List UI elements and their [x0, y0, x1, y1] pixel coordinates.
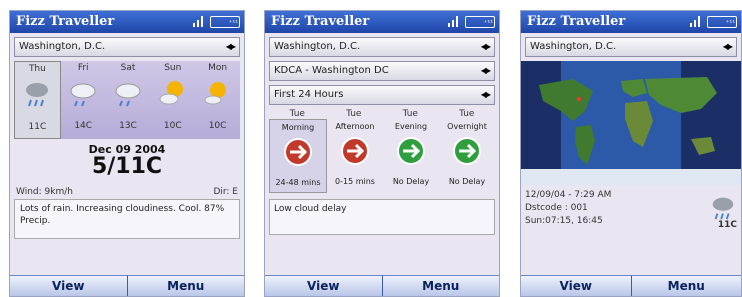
- sun-icon: [204, 82, 226, 105]
- plane-ok-icon: [453, 137, 481, 165]
- arrows-icon: ◀▶: [722, 42, 733, 51]
- day-label: Tue: [289, 109, 305, 119]
- view-softkey[interactable]: View: [521, 275, 631, 296]
- day-label: Tue: [346, 109, 362, 119]
- menu-softkey[interactable]: Menu: [381, 275, 499, 296]
- datetime-label: 12/09/04 - 7:29 AM: [525, 190, 612, 200]
- direction-label: Dir: E: [213, 187, 238, 197]
- app-title: Fizz Traveller: [16, 14, 115, 29]
- day-label: Tue: [459, 109, 475, 119]
- dstcode-label: Dstcode : 001: [525, 203, 588, 213]
- delay-period[interactable]: Morning 24-48 mins: [269, 119, 327, 193]
- city-selector[interactable]: Washington, D.C. ◀▶: [525, 37, 737, 57]
- battery-icon[interactable]: ⁺¹¹: [210, 15, 240, 28]
- delay-period[interactable]: Overnight No Delay: [439, 119, 495, 191]
- battery-icon[interactable]: ⁺¹¹: [707, 15, 737, 28]
- arrows-icon: ◀▶: [480, 42, 491, 51]
- sun-times-label: Sun:07:15, 16:45: [525, 216, 603, 226]
- arrows-icon: ◀▶: [225, 42, 236, 51]
- day-forecast[interactable]: Sat 13C: [106, 61, 151, 137]
- day-forecast[interactable]: Thu 11C: [14, 61, 61, 139]
- weather-screen: Fizz Traveller ⁺¹¹ Washington, D.C. ◀▶ Th…: [9, 10, 245, 297]
- delay-period[interactable]: Evening No Delay: [383, 119, 439, 191]
- world-time-screen: Fizz Traveller ⁺¹¹ Washington, D.C. ◀▶ 12…: [520, 10, 742, 297]
- period-selector[interactable]: First 24 Hours ◀▶: [269, 85, 495, 105]
- view-softkey[interactable]: View: [265, 275, 382, 296]
- temperature-range: 5/11C: [91, 154, 163, 179]
- day-label: Tue: [402, 109, 418, 119]
- signal-icon: [193, 16, 203, 27]
- sun-icon: [159, 81, 183, 105]
- delay-note: Low cloud delay: [269, 199, 495, 235]
- app-title: Fizz Traveller: [271, 14, 370, 29]
- cloud-icon: [70, 83, 96, 107]
- forecast-days: Thu 11C Fri 14C Sat 13C Sun 10C Mon 10C: [14, 61, 240, 139]
- title-bar: Fizz Traveller ⁺¹¹: [265, 11, 499, 33]
- menu-softkey[interactable]: Menu: [126, 275, 244, 296]
- title-bar: Fizz Traveller ⁺¹¹: [521, 11, 741, 33]
- location-marker-icon: [576, 96, 582, 102]
- menu-softkey[interactable]: Menu: [630, 275, 741, 296]
- plane-delay-icon: [284, 138, 312, 166]
- plane-delay-icon: [341, 137, 369, 165]
- airport-delay-screen: Fizz Traveller ⁺¹¹ Washington, D.C. ◀▶ KD…: [264, 10, 500, 297]
- signal-icon: [690, 16, 700, 27]
- cloud-icon: [115, 83, 141, 107]
- plane-ok-icon: [397, 137, 425, 165]
- airport-selector[interactable]: KDCA - Washington DC ◀▶: [269, 61, 495, 81]
- delay-period[interactable]: Afternoon 0-15 mins: [327, 119, 383, 191]
- rain-cloud-icon: [26, 83, 49, 107]
- view-softkey[interactable]: View: [10, 275, 127, 296]
- day-forecast[interactable]: Mon 10C: [195, 61, 240, 137]
- day-forecast[interactable]: Sun 10C: [150, 61, 195, 137]
- rain-cloud-icon: [712, 197, 734, 220]
- world-map[interactable]: [521, 61, 741, 185]
- arrows-icon: ◀▶: [480, 90, 491, 99]
- title-bar: Fizz Traveller ⁺¹¹: [10, 11, 244, 33]
- app-title: Fizz Traveller: [527, 14, 626, 29]
- signal-icon: [448, 16, 458, 27]
- wind-label: Wind: 9km/h: [16, 187, 73, 197]
- forecast-text: Lots of rain. Increasing cloudiness. Coo…: [14, 199, 240, 239]
- city-selector[interactable]: Washington, D.C. ◀▶: [14, 37, 240, 57]
- day-forecast[interactable]: Fri 14C: [61, 61, 106, 137]
- battery-icon[interactable]: ⁺¹¹: [465, 15, 495, 28]
- arrows-icon: ◀▶: [480, 66, 491, 75]
- temperature-label: 11C: [717, 220, 737, 230]
- city-selector[interactable]: Washington, D.C. ◀▶: [269, 37, 495, 57]
